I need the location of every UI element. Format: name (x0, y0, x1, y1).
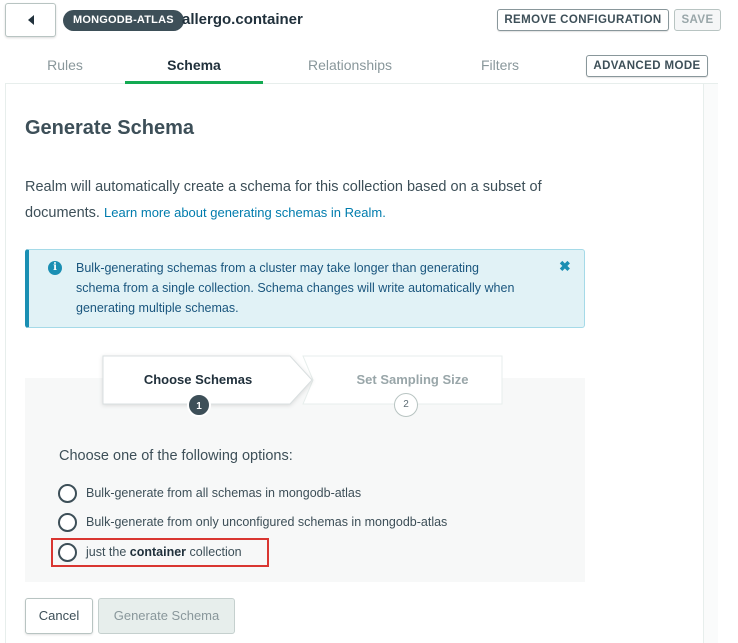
step-2-number: 2 (394, 393, 418, 417)
radio-button[interactable] (58, 483, 77, 503)
option-all-schemas[interactable]: Bulk-generate from all schemas in mongod… (58, 483, 361, 503)
radio-button[interactable] (58, 512, 77, 532)
generate-schema-button[interactable]: Generate Schema (98, 598, 235, 634)
options-prompt: Choose one of the following options: (59, 448, 293, 464)
highlight-box (51, 538, 269, 567)
step-1-number: 1 (187, 393, 211, 417)
option-label: Bulk-generate from all schemas in mongod… (86, 486, 362, 500)
cancel-button[interactable]: Cancel (25, 598, 93, 634)
option-label: Bulk-generate from only unconfigured sch… (86, 515, 448, 529)
option-unconfigured-schemas[interactable]: Bulk-generate from only unconfigured sch… (58, 512, 447, 532)
